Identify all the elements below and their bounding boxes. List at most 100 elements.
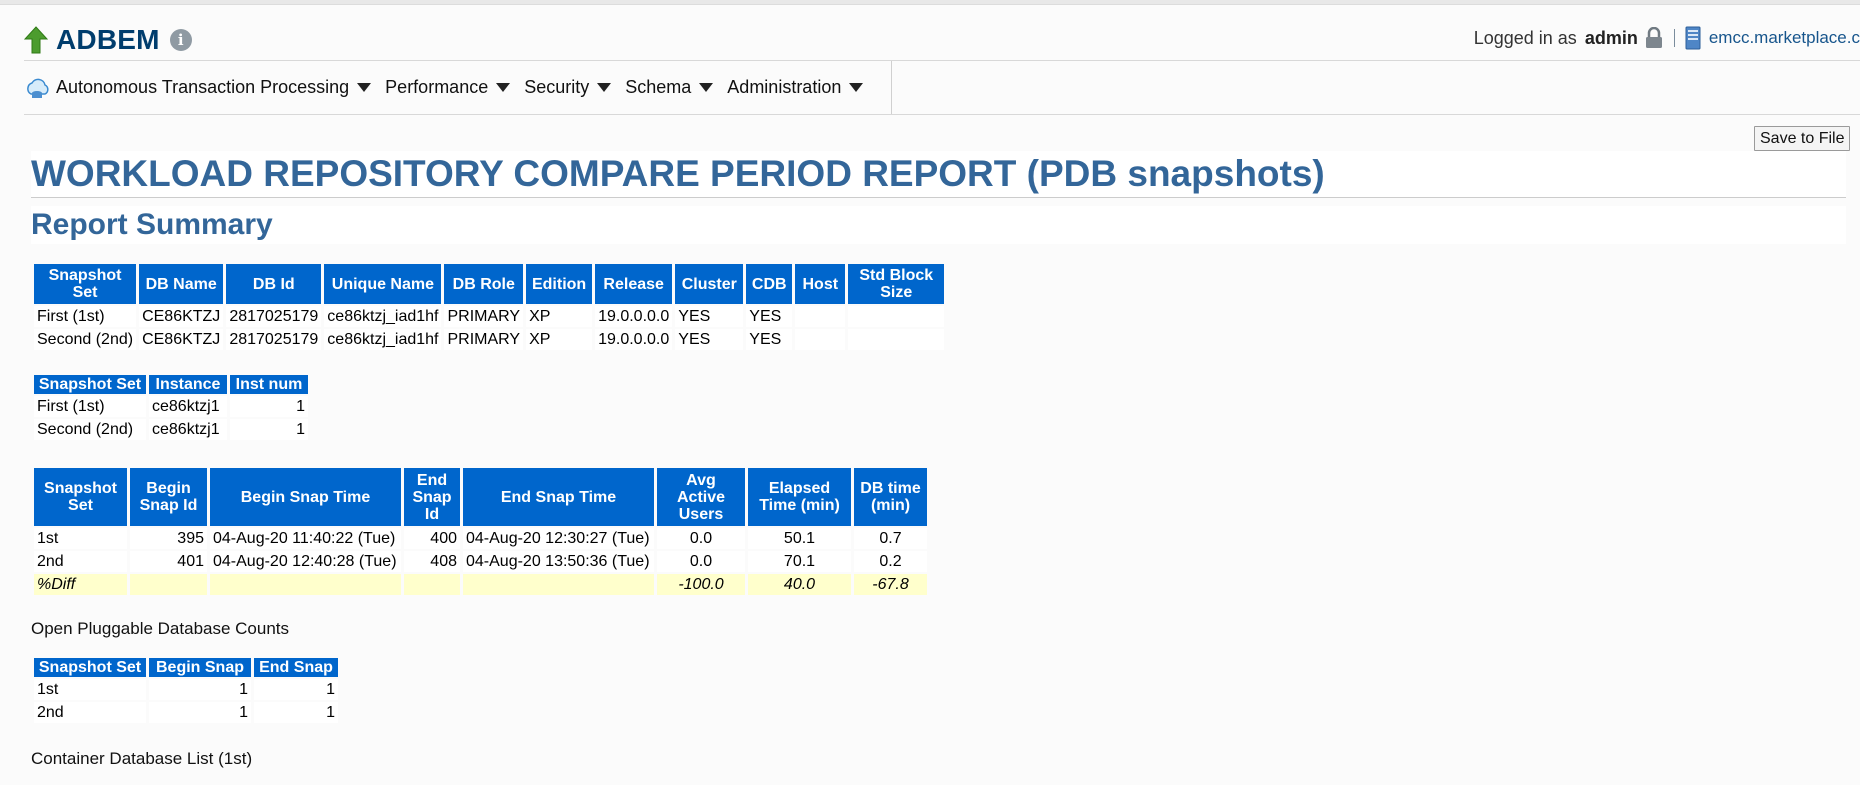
menu-autonomous-transaction-processing[interactable]: Autonomous Transaction Processing <box>56 77 372 98</box>
table-cell <box>130 574 207 595</box>
table-row: 1st 1 1 <box>34 679 338 700</box>
table-cell: 19.0.0.0.0 <box>595 306 673 327</box>
section-heading: Report Summary <box>31 208 273 241</box>
menu-label: Autonomous Transaction Processing <box>56 77 350 97</box>
column-header: End Snap Id <box>404 468 460 526</box>
column-header: Std Block Size <box>848 264 945 304</box>
table-row: First (1st) ce86ktzj1 1 <box>34 396 308 417</box>
table-cell: 401 <box>130 551 207 572</box>
menu-performance[interactable]: Performance <box>385 77 511 98</box>
app-brand: ADBEM i <box>24 24 192 56</box>
table-row: First (1st) CE86KTZJ 2817025179 ce86ktzj… <box>34 306 945 327</box>
table-cell: ce86ktzj_iad1hf <box>324 306 442 327</box>
host-link[interactable]: emcc.marketplace.c <box>1709 28 1860 48</box>
app-title[interactable]: ADBEM <box>56 24 160 56</box>
table-cell: 04-Aug-20 12:40:28 (Tue) <box>210 551 401 572</box>
column-header: DB Name <box>139 264 224 304</box>
table-cell: PRIMARY <box>444 306 524 327</box>
table-cell: ce86ktzj1 <box>149 396 227 417</box>
table-cell <box>210 574 401 595</box>
table-cell: 1st <box>34 679 146 700</box>
table-cell <box>795 306 846 327</box>
menu-administration[interactable]: Administration <box>727 77 864 98</box>
menu-label: Security <box>524 77 590 97</box>
table-cell: 2nd <box>34 702 146 723</box>
table-cell: 19.0.0.0.0 <box>595 329 673 350</box>
column-header: Begin Snap <box>149 658 251 677</box>
save-to-file-button[interactable]: Save to File <box>1754 126 1851 151</box>
table-cell <box>404 574 460 595</box>
menu-security[interactable]: Security <box>524 77 612 98</box>
column-header: DB Id <box>226 264 322 304</box>
pdb-counts-table: Snapshot Set Begin Snap End Snap 1st 1 1… <box>31 656 341 725</box>
logged-in-label: Logged in as <box>1473 27 1577 48</box>
table-cell: CE86KTZJ <box>139 329 224 350</box>
table-header-row: Snapshot Set DB Name DB Id Unique Name D… <box>34 264 945 304</box>
server-icon <box>1685 26 1701 50</box>
table-cell: XP <box>526 306 593 327</box>
table-cell: ce86ktzj_iad1hf <box>324 329 442 350</box>
cloud-database-icon <box>27 78 49 98</box>
column-header: Instance <box>149 375 227 394</box>
table-cell: 1 <box>254 702 338 723</box>
window-top-border <box>0 0 1860 5</box>
db-info-table: Snapshot Set DB Name DB Id Unique Name D… <box>31 262 947 352</box>
table-cell: YES <box>675 329 744 350</box>
table-cell: 04-Aug-20 11:40:22 (Tue) <box>210 528 401 549</box>
table-cell: CE86KTZJ <box>139 306 224 327</box>
caret-down-icon <box>699 83 714 92</box>
table-row: 2nd 1 1 <box>34 702 338 723</box>
username[interactable]: admin <box>1585 28 1638 49</box>
column-header: Unique Name <box>324 264 442 304</box>
table-header-row: Snapshot Set Instance Inst num <box>34 375 308 394</box>
table-cell: PRIMARY <box>444 329 524 350</box>
instance-table: Snapshot Set Instance Inst num First (1s… <box>31 373 311 442</box>
diff-row: %Diff -100.0 40.0 -67.8 <box>34 574 927 595</box>
table-row: 1st 395 04-Aug-20 11:40:22 (Tue) 400 04-… <box>34 528 927 549</box>
column-header: DB Role <box>444 264 524 304</box>
table-cell: 2817025179 <box>226 306 322 327</box>
target-menu: Autonomous Transaction Processing Perfor… <box>24 61 893 114</box>
table-cell: First (1st) <box>34 306 137 327</box>
table-cell: %Diff <box>34 574 127 595</box>
table-header-row: Snapshot Set Begin Snap End Snap <box>34 658 338 677</box>
menu-schema[interactable]: Schema <box>625 77 714 98</box>
table-row: Second (2nd) CE86KTZJ 2817025179 ce86ktz… <box>34 329 945 350</box>
column-header: Release <box>595 264 673 304</box>
table-cell: First (1st) <box>34 396 146 417</box>
column-header: Snapshot Set <box>34 375 146 394</box>
table-cell: -67.8 <box>854 574 927 595</box>
report-title-bar: WORKLOAD REPOSITORY COMPARE PERIOD REPOR… <box>31 151 1846 198</box>
lock-icon[interactable] <box>1644 27 1664 49</box>
table-cell <box>848 329 945 350</box>
column-header: End Snap Time <box>463 468 654 526</box>
column-header: Snapshot Set <box>34 264 137 304</box>
table-row: Second (2nd) ce86ktzj1 1 <box>34 419 308 440</box>
menu-label: Administration <box>727 77 842 97</box>
section-heading-bar: Report Summary <box>31 206 1846 244</box>
table-cell: 0.0 <box>657 551 745 572</box>
table-cell: 04-Aug-20 13:50:36 (Tue) <box>463 551 654 572</box>
table-cell: YES <box>746 306 793 327</box>
table-cell: 04-Aug-20 12:30:27 (Tue) <box>463 528 654 549</box>
table-cell: 0.7 <box>854 528 927 549</box>
caret-down-icon <box>496 83 511 92</box>
column-header: Begin Snap Id <box>130 468 207 526</box>
info-icon[interactable]: i <box>169 29 192 51</box>
table-cell: 2817025179 <box>226 329 322 350</box>
table-cell <box>463 574 654 595</box>
table-cell: 1 <box>149 679 251 700</box>
table-cell: 2nd <box>34 551 127 572</box>
caret-down-icon <box>357 83 372 92</box>
snapshot-table: Snapshot Set Begin Snap Id Begin Snap Ti… <box>31 466 930 597</box>
column-header: Host <box>795 264 846 304</box>
menu-label: Performance <box>385 77 489 97</box>
table-cell: YES <box>675 306 744 327</box>
table-row: 2nd 401 04-Aug-20 12:40:28 (Tue) 408 04-… <box>34 551 927 572</box>
column-header: Avg Active Users <box>657 468 745 526</box>
column-header: Cluster <box>675 264 744 304</box>
table-cell: 1 <box>230 419 308 440</box>
table-cell: -100.0 <box>657 574 745 595</box>
table-cell: 1 <box>230 396 308 417</box>
table-cell: YES <box>746 329 793 350</box>
